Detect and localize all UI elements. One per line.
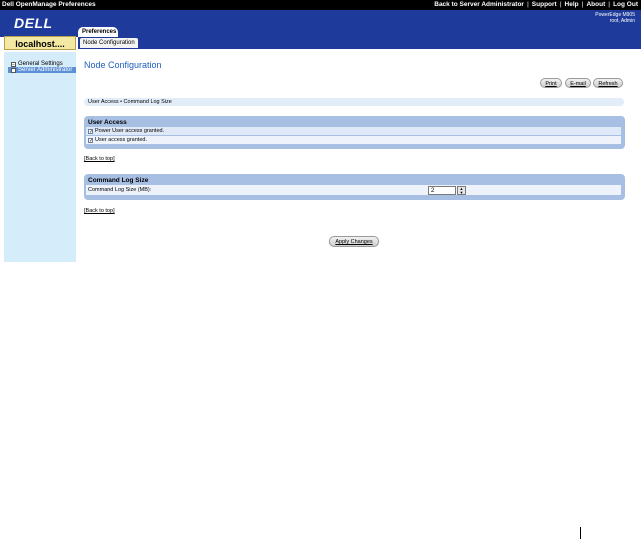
apply-changes-button[interactable]: Apply Changes (329, 236, 379, 247)
back-to-top-link[interactable]: [Back to top] (84, 156, 115, 162)
user-access-section: User Access ✓ Power User access granted.… (84, 116, 625, 149)
command-log-label: Command Log Size (MB): (88, 187, 152, 193)
back-to-server-admin-link[interactable]: Back to Server Administrator (434, 1, 524, 8)
app-title: Dell OpenManage Preferences (2, 1, 96, 8)
support-link[interactable]: Support (532, 1, 557, 8)
option-label: User access granted. (95, 137, 147, 143)
subtab-bar (78, 37, 641, 49)
print-button[interactable]: Print (540, 78, 562, 88)
power-user-access-row: ✓ Power User access granted. (86, 127, 621, 135)
section-breadcrumb[interactable]: User Access • Command Log Size (84, 98, 624, 106)
command-log-size-input[interactable]: 2 (428, 186, 456, 195)
refresh-button[interactable]: Refresh (593, 78, 623, 88)
sidebar-item-label: Server Administrator (18, 67, 73, 73)
tab-preferences[interactable]: Preferences (78, 27, 118, 37)
top-links: Back to Server Administrator | Support | H… (434, 1, 638, 8)
collapse-icon[interactable]: − (11, 61, 16, 67)
back-to-top-text: Back to top (85, 156, 114, 162)
page-title: Node Configuration (84, 60, 162, 70)
about-link[interactable]: About (586, 1, 605, 8)
link-separator: | (559, 1, 562, 8)
command-log-row: Command Log Size (MB): (86, 185, 621, 195)
spin-down-icon[interactable]: ▼ (458, 190, 465, 195)
user-access-row: ✓ User access granted. (86, 136, 621, 144)
command-log-section: Command Log Size Command Log Size (MB): (84, 174, 625, 200)
link-separator: | (581, 1, 584, 8)
sidebar-item-server-administrator[interactable]: − Server Administrator (8, 67, 76, 73)
collapse-icon[interactable]: − (11, 67, 16, 73)
option-label: Power User access granted. (95, 128, 165, 134)
user-access-checkbox[interactable]: ✓ (88, 137, 93, 143)
sidebar: − General Settings − Server Administrato… (4, 52, 76, 262)
link-separator: | (526, 1, 529, 8)
power-user-access-checkbox[interactable]: ✓ (88, 128, 93, 134)
back-to-top-text: Back to top (85, 208, 114, 214)
top-bar: Dell OpenManage Preferences Back to Serv… (0, 0, 641, 10)
back-to-top-link[interactable]: [Back to top] (84, 208, 115, 214)
dell-logo: DELL (14, 15, 53, 31)
help-link[interactable]: Help (565, 1, 579, 8)
current-user: root, Admin (609, 18, 635, 24)
page-margin-line (580, 527, 581, 539)
email-button[interactable]: E-mail (565, 78, 591, 88)
hostname-box: localhost.... (4, 36, 76, 50)
log-size-spinner[interactable]: ▲ ▼ (457, 186, 466, 195)
link-separator: | (608, 1, 611, 8)
section-header: Command Log Size (88, 177, 149, 184)
log-out-link[interactable]: Log Out (613, 1, 638, 8)
subtab-node-configuration[interactable]: Node Configuration (80, 38, 138, 48)
section-header: User Access (88, 119, 127, 126)
server-info: PowerEdge M905 root, Admin (595, 12, 635, 24)
